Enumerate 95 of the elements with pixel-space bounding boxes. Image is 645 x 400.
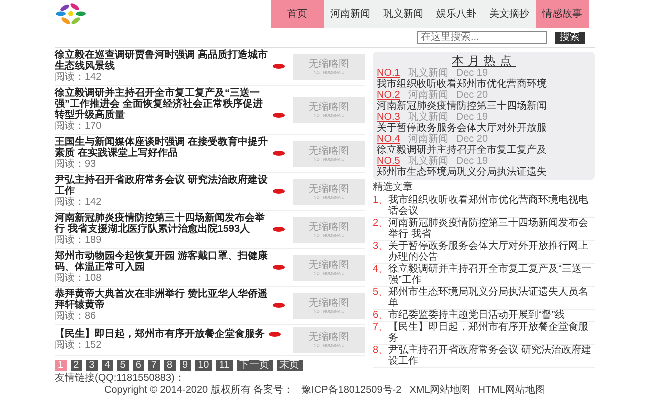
hot-category: 河南新闻 — [408, 90, 448, 101]
read-count: 阅读：86 — [55, 311, 98, 322]
hot-icon — [273, 151, 285, 156]
hot-title-link[interactable]: 关于暂停政务服务会体大厅对外开放服 — [377, 123, 591, 134]
friend-links-label: 友情链接(QQ:1181550883)： — [55, 373, 186, 384]
thumbnail-text: 无缩略图 — [309, 298, 349, 308]
hot-category: 巩义新闻 — [408, 112, 448, 123]
footer-link[interactable]: 豫ICP备18012509号-2 — [302, 385, 402, 396]
search-button[interactable]: 搜索 — [555, 32, 585, 44]
hot-rank[interactable]: NO.4 — [377, 134, 400, 145]
hot-date: Dec 19 — [456, 156, 488, 167]
nav-tab[interactable]: 河南新闻 — [324, 0, 377, 28]
article-title[interactable]: 尹弘主持召开省政府常务会议 研究法治政府建设工作 — [55, 175, 269, 197]
picks-title: 精选文章 — [373, 182, 414, 193]
hot-date: Dec 19 — [456, 112, 488, 123]
logo-icon — [55, 3, 87, 25]
thumbnail-text: 无缩略图 — [309, 184, 349, 194]
hot-title-link[interactable]: 河南新冠肺炎疫情防控第三十四场新闻 — [377, 101, 591, 112]
thumbnail-text: 无缩略图 — [309, 146, 349, 156]
footer-link[interactable]: HTML网站地图 — [478, 385, 546, 396]
nav-tab[interactable]: 情感故事 — [536, 0, 589, 28]
hot-icon — [273, 64, 285, 69]
thumbnail-text: 无缩略图 — [309, 260, 349, 270]
nav-tab[interactable]: 美文摘抄 — [483, 0, 536, 28]
read-count: 阅读：152 — [55, 340, 103, 351]
hot-rank[interactable]: NO.3 — [377, 112, 400, 123]
pick-link[interactable]: 市纪委监委持主题党日活动开展到“督”线 — [388, 310, 566, 321]
hot-category: 河南新闻 — [408, 134, 448, 145]
copyright-text: Copyright © 2014-2020 版权所有 备案号： — [104, 385, 294, 396]
pick-link[interactable]: 郑州市生态环境局巩义分局执法证遗失人员名单 — [388, 287, 595, 309]
thumbnail-text: 无缩略图 — [309, 102, 349, 113]
pick-link[interactable]: 尹弘主持召开省政府常务会议 研究法治政府建设工作 — [388, 345, 595, 367]
hot-title-link[interactable]: 徐立毅调研并主持召开全市复工复产及 — [377, 145, 591, 156]
pick-number: 8、 — [373, 345, 389, 356]
page-button[interactable]: 8 — [164, 360, 176, 371]
read-count: 阅读：108 — [55, 273, 103, 284]
read-count: 阅读：170 — [55, 121, 103, 132]
page-button[interactable]: 3 — [86, 360, 98, 371]
pick-link[interactable]: 我市组织收听收看郑州市优化营商环境电视电话会议 — [388, 195, 595, 217]
hot-icon — [273, 113, 285, 118]
hot-title-link[interactable]: 郑州市生态环境局巩义分局执法证遗失 — [377, 167, 591, 178]
page-button[interactable]: 10 — [195, 360, 212, 371]
pick-number: 2、 — [373, 218, 389, 229]
hot-date: Dec 19 — [456, 68, 488, 79]
hot-icon — [269, 332, 281, 337]
pick-link[interactable]: 【民生】即日起，郑州市有序开放餐企堂食服务 — [388, 322, 595, 344]
pick-number: 1、 — [373, 195, 389, 206]
hot-icon — [273, 265, 285, 270]
read-count: 阅读：142 — [55, 72, 103, 83]
pick-number: 6、 — [373, 310, 389, 321]
hot-icon — [273, 227, 285, 232]
article-title[interactable]: 郑州市动物园今起恢复开园 游客戴口罩、扫健康码、体温正常可入园 — [55, 251, 269, 273]
hot-title-link[interactable]: 我市组织收听收看郑州市优化营商环境 — [377, 79, 591, 90]
hot-rank[interactable]: NO.2 — [377, 90, 400, 101]
page-button[interactable]: 下一页 — [236, 360, 273, 371]
pick-link[interactable]: 徐立毅调研并主持召开全市复工复产及“三送一强”工作 — [388, 264, 595, 286]
page-button[interactable]: 2 — [70, 360, 82, 371]
hot-icon — [273, 303, 285, 308]
hot-date: Dec 20 — [456, 90, 488, 101]
article-title[interactable]: 王国生与新闻媒体座谈时强调 在接受教育中提升素质 在实践课堂上写好作品 — [55, 137, 269, 159]
thumbnail-text: 无缩略图 — [309, 58, 349, 70]
article-title[interactable]: 河南新冠肺炎疫情防控第三十四场新闻发布会举行 我省支援湖北医疗队累计治愈出院1593人 — [55, 213, 269, 235]
thumbnail-text: 无缩略图 — [309, 222, 349, 232]
pick-number: 3、 — [373, 241, 389, 254]
hot-title: 本月热点 — [451, 54, 517, 68]
page-button[interactable]: 11 — [216, 360, 233, 371]
page-button[interactable]: 4 — [102, 360, 114, 371]
nav-tab[interactable]: 娱乐八卦 — [430, 0, 483, 28]
pick-number: 4、 — [373, 264, 389, 275]
page-button[interactable]: 5 — [117, 360, 129, 371]
read-count: 阅读：142 — [55, 197, 103, 208]
article-title[interactable]: 恭拜黄帝大典首次在非洲举行 赞比亚华人华侨遥拜轩辕黄帝 — [55, 289, 269, 311]
article-title[interactable]: 徐立毅在巡查调研贾鲁河时强调 高品质打造城市生态线风景线 — [55, 50, 269, 72]
page-button[interactable]: 6 — [132, 360, 144, 371]
hot-category: 巩义新闻 — [408, 68, 448, 79]
page-button[interactable]: 末页 — [276, 360, 303, 371]
hot-rank[interactable]: NO.5 — [377, 156, 400, 167]
page-button[interactable]: 7 — [148, 360, 160, 371]
read-count: 阅读：189 — [55, 235, 103, 246]
nav-tab[interactable]: 巩义新闻 — [377, 0, 430, 28]
hot-rank[interactable]: NO.1 — [377, 68, 400, 79]
article-title[interactable]: 徐立毅调研并主持召开全市复工复产及“三送一强”工作推进会 全面恢复经济社会正常秩序促进转型升级高质量 — [55, 88, 269, 121]
hot-date: Dec 20 — [456, 134, 488, 145]
footer-link[interactable]: XML网站地图 — [410, 385, 470, 396]
nav-tab[interactable]: 首页 — [271, 0, 324, 28]
pick-number: 5、 — [373, 287, 389, 298]
article-title[interactable]: 【民生】即日起，郑州市有序开放餐企堂食服务 — [55, 329, 265, 340]
read-count: 阅读：93 — [55, 159, 98, 170]
hot-category: 巩义新闻 — [408, 156, 448, 167]
pick-number: 7、 — [373, 322, 389, 333]
pick-link[interactable]: 关于暂停政务服务会体大厅对外开放推行网上办理的公告 — [388, 241, 595, 263]
pick-link[interactable]: 河南新冠肺炎疫情防控第三十四场新闻发布会举行 我省 — [388, 218, 595, 240]
hot-icon — [273, 189, 285, 194]
thumbnail-text: 无缩略图 — [309, 332, 349, 343]
page-button[interactable]: 9 — [180, 360, 192, 371]
